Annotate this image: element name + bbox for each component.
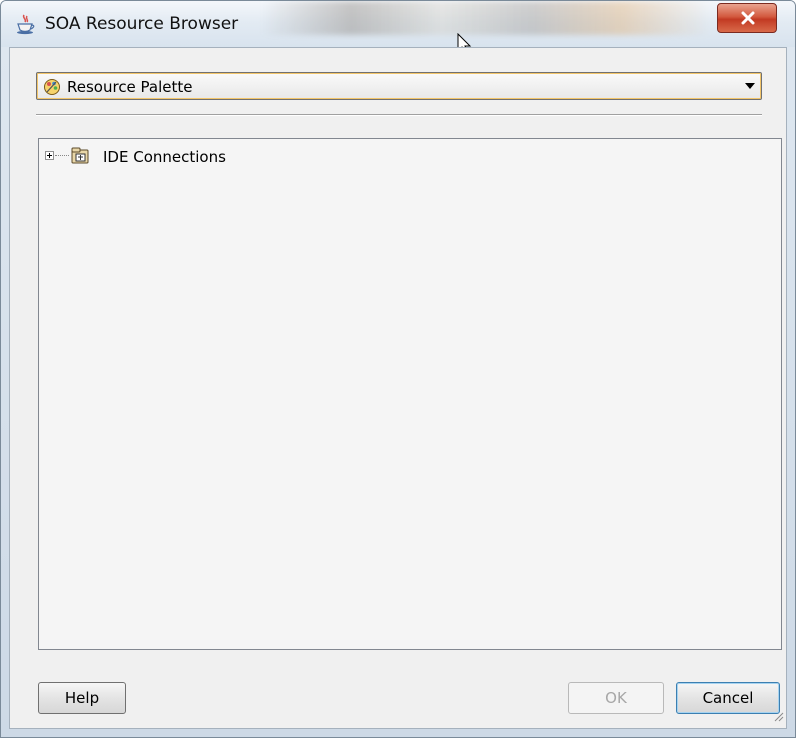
separator (36, 114, 762, 116)
tree-connector-line (55, 155, 69, 156)
resource-tree[interactable]: IDE Connections (38, 138, 782, 650)
resource-palette-icon (43, 78, 61, 96)
window-title: SOA Resource Browser (45, 14, 239, 34)
close-button[interactable] (717, 3, 777, 33)
java-cup-icon (15, 13, 37, 35)
ok-button[interactable]: OK (568, 682, 664, 714)
title-bar[interactable]: SOA Resource Browser (1, 1, 795, 55)
resource-selector-dropdown[interactable]: Resource Palette (36, 72, 762, 100)
connections-folder-icon (71, 147, 91, 165)
help-button[interactable]: Help (38, 682, 126, 714)
chevron-down-icon[interactable] (745, 83, 755, 89)
expand-plus-icon[interactable] (45, 151, 54, 160)
dialog-body: Resource Palette IDE Connections Help OK… (9, 47, 787, 729)
title-bar-background (261, 1, 711, 35)
resize-grip-icon[interactable] (772, 707, 784, 726)
selector-value: Resource Palette (67, 78, 193, 96)
tree-node-ide-connections[interactable]: IDE Connections (45, 147, 445, 167)
close-icon (741, 11, 755, 25)
dialog-window: SOA Resource Browser Resource Palette ID… (0, 0, 796, 738)
cancel-button[interactable]: Cancel (676, 682, 780, 714)
tree-node-label: IDE Connections (103, 148, 226, 166)
